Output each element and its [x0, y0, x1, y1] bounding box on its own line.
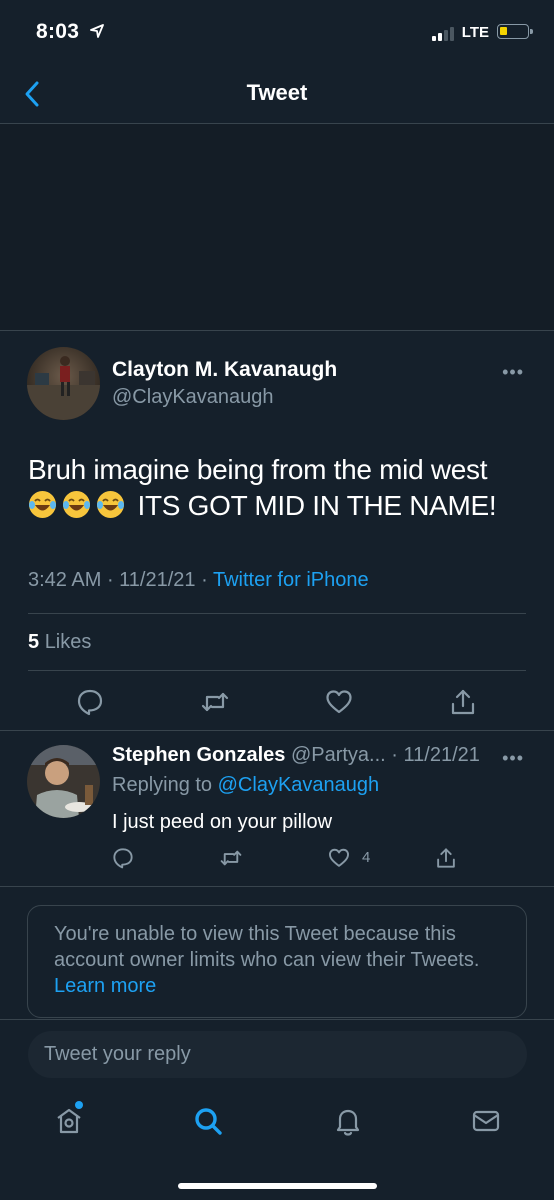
- reply-date: · 11/21/21: [391, 744, 480, 766]
- reply-author-avatar[interactable]: [27, 745, 100, 818]
- likes-count: 5: [28, 631, 40, 653]
- reply-more-options-icon[interactable]: •••: [502, 748, 524, 769]
- reply-icon[interactable]: [76, 688, 104, 716]
- tweet-date: 11/21/21: [119, 569, 196, 591]
- likes-divider: [28, 670, 526, 671]
- tweet-meta: 3:42 AM · 11/21/21 · Twitter for iPhone: [28, 569, 369, 591]
- more-options-icon[interactable]: •••: [502, 362, 524, 383]
- home-indicator[interactable]: [178, 1183, 377, 1189]
- replying-to: Replying to @ClayKavanaugh: [112, 774, 379, 797]
- author-handle[interactable]: @ClayKavanaugh: [112, 386, 274, 409]
- share-icon[interactable]: [449, 688, 477, 716]
- signal-strength-icon: [432, 27, 454, 41]
- media-preview[interactable]: [0, 124, 554, 331]
- retweet-icon[interactable]: [201, 688, 229, 716]
- location-arrow-icon: [90, 24, 104, 38]
- notice-text: You're unable to view this Tweet because…: [54, 923, 480, 971]
- replying-label: Replying to: [112, 774, 213, 796]
- network-type: LTE: [461, 24, 489, 41]
- media-divider: [0, 330, 554, 331]
- reply-input[interactable]: Tweet your reply: [28, 1031, 527, 1078]
- author-avatar[interactable]: [27, 347, 100, 420]
- joy-emoji: [62, 490, 91, 519]
- home-icon[interactable]: [53, 1105, 85, 1137]
- tweet-text-line-1: Bruh imagine being from the mid west: [28, 454, 488, 485]
- battery-icon: [497, 24, 533, 39]
- reply-reply-icon[interactable]: [112, 847, 134, 869]
- like-icon[interactable]: [325, 688, 353, 716]
- tweet-source-link[interactable]: Twitter for iPhone: [213, 569, 369, 591]
- restricted-tweet-notice: You're unable to view this Tweet because…: [27, 905, 527, 1018]
- composer-divider: [0, 1019, 554, 1020]
- page-title: Tweet: [246, 80, 308, 105]
- reply-retweet-icon[interactable]: [220, 847, 242, 869]
- status-time: 8:03: [36, 20, 80, 43]
- joy-emoji: [96, 490, 125, 519]
- likes-label: Likes: [44, 631, 92, 653]
- likes-summary[interactable]: 5 Likes: [28, 631, 91, 654]
- search-icon[interactable]: [192, 1105, 224, 1137]
- messages-icon[interactable]: [470, 1105, 502, 1137]
- reply-like-icon[interactable]: [328, 847, 350, 869]
- reply-like-count: 4: [362, 849, 371, 866]
- tweet-text-line-2-text: ITS GOT MID IN THE NAME!: [137, 490, 497, 521]
- reply-header[interactable]: Stephen Gonzales @Partya... · 11/21/21: [112, 744, 480, 767]
- reply-text: I just peed on your pillow: [112, 811, 333, 833]
- learn-more-link[interactable]: Learn more: [54, 975, 156, 997]
- tweet-time: 3:42 AM: [28, 569, 102, 591]
- reply-author-handle: @Partya...: [290, 744, 386, 766]
- actions-divider: [0, 730, 554, 731]
- home-notification-dot: [75, 1101, 83, 1109]
- reply-divider: [0, 886, 554, 887]
- replying-to-link[interactable]: @ClayKavanaugh: [218, 774, 380, 796]
- tweet-text-line-2: ITS GOT MID IN THE NAME!: [28, 488, 528, 524]
- reply-author-name[interactable]: Stephen Gonzales: [112, 744, 285, 766]
- tweet-text: Bruh imagine being from the mid west ITS…: [28, 452, 528, 524]
- notifications-icon[interactable]: [332, 1105, 364, 1137]
- author-name[interactable]: Clayton M. Kavanaugh: [112, 358, 337, 382]
- reply-share-icon[interactable]: [435, 847, 457, 869]
- meta-divider: [28, 613, 526, 614]
- joy-emoji: [28, 490, 57, 519]
